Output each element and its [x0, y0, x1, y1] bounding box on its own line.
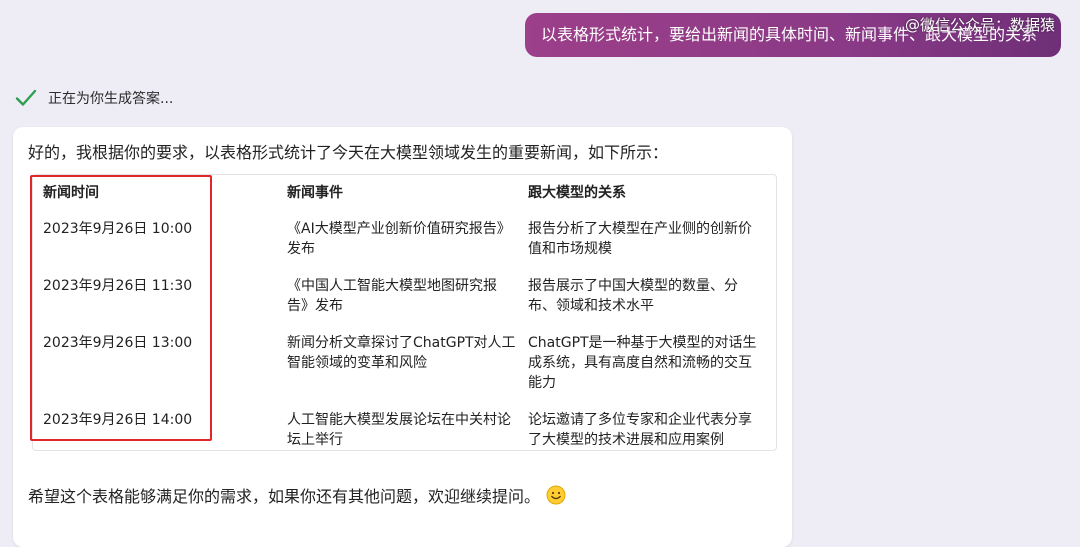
cell-time: 2023年9月26日 14:00	[43, 412, 193, 428]
smile-emoji-icon	[546, 485, 566, 505]
table-header-event: 新闻事件	[287, 185, 343, 201]
cell-event-line: 智能领域的变革和风险	[287, 355, 427, 371]
table-header-relation: 跟大模型的关系	[528, 185, 626, 201]
cell-time: 2023年9月26日 10:00	[43, 221, 193, 237]
cell-relation-line: 值和市场规模	[528, 241, 612, 257]
checkmark-icon	[15, 89, 37, 106]
response-intro: 好的，我根据你的要求，以表格形式统计了今天在大模型领域发生的重要新闻，如下所示：	[28, 143, 669, 162]
cell-event-line: 人工智能大模型发展论坛在中关村论	[287, 412, 511, 428]
cell-relation-line: 报告展示了中国大模型的数量、分	[528, 278, 738, 294]
cell-relation-line: 能力	[528, 375, 556, 391]
cell-relation-line: ChatGPT是一种基于大模型的对话生	[528, 335, 757, 351]
cell-relation-line: 布、领域和技术水平	[528, 298, 654, 314]
cell-time: 2023年9月26日 11:30	[43, 278, 193, 294]
cell-relation-line: 成系统，具有高度自然和流畅的交互	[528, 355, 752, 371]
news-table: 新闻时间 新闻事件 跟大模型的关系 2023年9月26日 10:00 《AI大模…	[32, 174, 777, 451]
outro-text: 希望这个表格能够满足你的需求，如果你还有其他问题，欢迎继续提问。	[28, 487, 541, 506]
cell-event-line: 发布	[287, 241, 315, 257]
status-text: 正在为你生成答案...	[48, 91, 174, 107]
cell-event-line: 告》发布	[287, 298, 343, 314]
cell-relation-line: 报告分析了大模型在产业侧的创新价	[528, 221, 752, 237]
response-outro: 希望这个表格能够满足你的需求，如果你还有其他问题，欢迎继续提问。	[28, 483, 566, 507]
cell-relation-line: 了大模型的技术进展和应用案例	[528, 432, 724, 448]
cell-event-line: 《AI大模型产业创新价值研究报告》	[287, 221, 511, 237]
cell-event-line: 新闻分析文章探讨了ChatGPT对人工	[287, 335, 516, 351]
cell-time: 2023年9月26日 13:00	[43, 335, 193, 351]
cell-event-line: 《中国人工智能大模型地图研究报	[287, 278, 497, 294]
status-line: 正在为你生成答案...	[14, 86, 173, 110]
assistant-response: 好的，我根据你的要求，以表格形式统计了今天在大模型领域发生的重要新闻，如下所示：…	[13, 127, 792, 547]
watermark: @微信公众号：数据猿	[904, 16, 1055, 34]
table-header-time: 新闻时间	[43, 185, 99, 201]
cell-event-line: 坛上举行	[287, 432, 343, 448]
cell-relation-line: 论坛邀请了多位专家和企业代表分享	[528, 412, 752, 428]
